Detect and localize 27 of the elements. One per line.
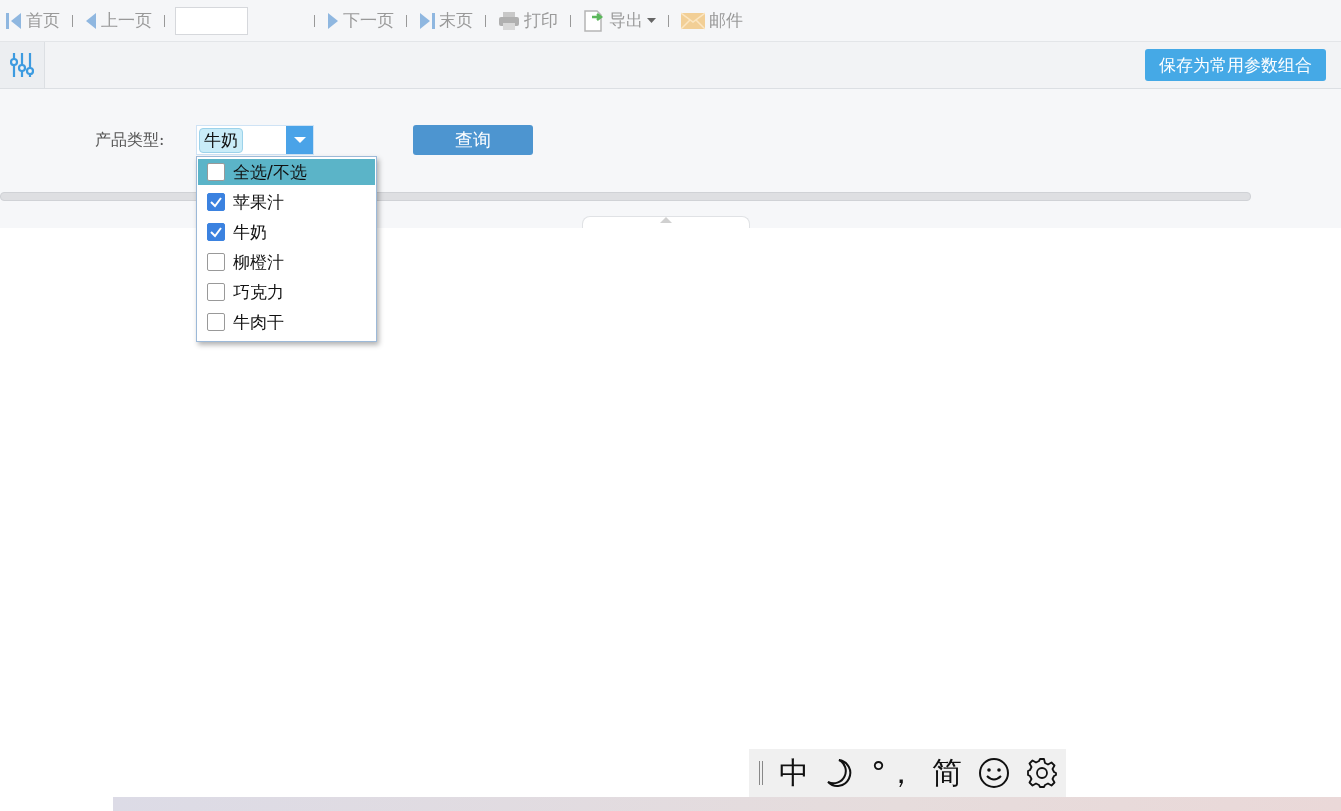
caret-icon <box>647 18 656 23</box>
input-mode-toggle[interactable]: °， <box>871 752 916 794</box>
previous-icon <box>85 11 97 30</box>
checkbox[interactable] <box>207 223 225 241</box>
page-number-field[interactable] <box>175 6 248 35</box>
smiley-icon[interactable] <box>978 757 1010 789</box>
settings-sliders-button[interactable] <box>0 42 45 88</box>
checkbox[interactable] <box>207 163 225 181</box>
first-page-icon <box>6 11 22 30</box>
envelope-icon <box>681 11 705 30</box>
input-mode-toggle[interactable]: 简 <box>932 752 962 794</box>
settings-icon[interactable] <box>1026 757 1058 789</box>
sliders-icon <box>10 52 34 78</box>
input-mode-toggle[interactable]: 中 <box>779 752 809 794</box>
dropdown-option[interactable]: 全选/不选 <box>198 159 375 185</box>
product-type-label: 产品类型: <box>95 129 166 151</box>
checkbox[interactable] <box>207 193 225 211</box>
caret-up-icon <box>660 217 672 223</box>
export-document-icon <box>583 8 605 33</box>
checkbox[interactable] <box>207 313 225 331</box>
checkbox[interactable] <box>207 253 225 271</box>
last-page-icon <box>419 11 435 30</box>
checkbox[interactable] <box>207 283 225 301</box>
selected-tag: 牛奶 <box>199 127 243 153</box>
drag-handle-icon[interactable] <box>759 761 763 785</box>
printer-icon <box>498 10 520 31</box>
next-icon <box>327 11 339 30</box>
